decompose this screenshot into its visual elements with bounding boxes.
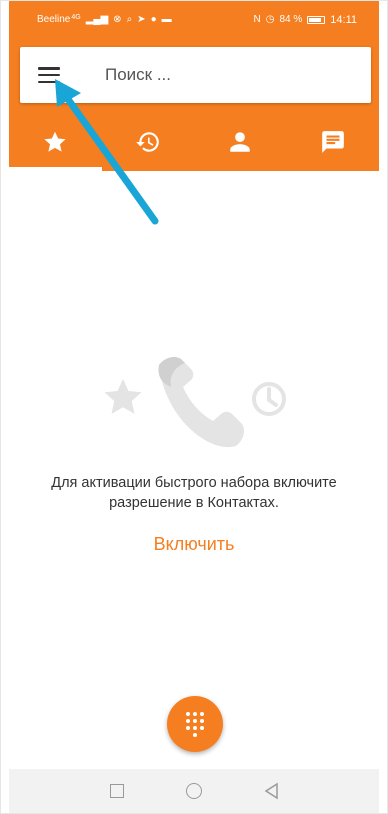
clock: 14:11 — [330, 14, 357, 26]
search-status-icon: ⌕ — [126, 14, 133, 25]
network-type: 4G — [71, 13, 81, 21]
tab-contacts[interactable] — [194, 113, 287, 171]
status-left: Beeline 4G ▂▄▆ ⊗ ⌕ ➤ ● ▬ — [37, 13, 172, 25]
search-placeholder[interactable]: Поиск ... — [105, 65, 171, 85]
tab-bar — [9, 113, 379, 171]
enable-permission-button[interactable]: Включить — [1, 534, 387, 555]
telegram-icon: ➤ — [137, 14, 146, 25]
home-button[interactable] — [184, 781, 204, 801]
dialer-screen: Beeline 4G ▂▄▆ ⊗ ⌕ ➤ ● ▬ N ◷ 84 % 14:11 … — [0, 0, 388, 814]
location-icon: ● — [150, 14, 157, 25]
system-nav-bar — [9, 769, 379, 813]
tab-favorites[interactable] — [9, 113, 102, 171]
vpn-icon: ▬ — [161, 14, 172, 25]
empty-state-message: Для активации быстрого набора включите р… — [51, 475, 337, 511]
back-button[interactable] — [261, 781, 281, 801]
status-right: N ◷ 84 % 14:11 — [254, 14, 357, 26]
speed-dial-illustration-icon — [104, 357, 286, 448]
recent-apps-button[interactable] — [107, 781, 127, 801]
alarm-icon: ◷ — [265, 14, 275, 25]
signal-icon: ▂▄▆ — [85, 14, 109, 25]
carrier-label: Beeline — [37, 14, 71, 25]
selected-tab-indicator — [9, 167, 102, 171]
message-icon — [321, 131, 344, 153]
search-bar[interactable]: Поиск ... — [20, 47, 371, 103]
battery-percent: 84 % — [279, 14, 303, 25]
back-triangle-icon — [264, 782, 278, 800]
battery-icon — [307, 16, 326, 24]
history-icon — [135, 132, 159, 152]
tab-messages[interactable] — [287, 113, 380, 171]
dialpad-button[interactable] — [167, 696, 223, 752]
square-icon — [110, 784, 125, 798]
hamburger-menu-icon[interactable] — [38, 67, 60, 83]
tab-recents[interactable] — [102, 113, 195, 171]
person-icon — [230, 132, 250, 152]
star-icon — [44, 131, 66, 152]
nfc-icon: N — [253, 14, 261, 25]
status-bar: Beeline 4G ▂▄▆ ⊗ ⌕ ➤ ● ▬ N ◷ 84 % 14:11 — [9, 1, 379, 39]
blocked-icon: ⊗ — [113, 14, 122, 25]
circle-icon — [185, 783, 202, 799]
dialpad-icon — [186, 711, 204, 737]
